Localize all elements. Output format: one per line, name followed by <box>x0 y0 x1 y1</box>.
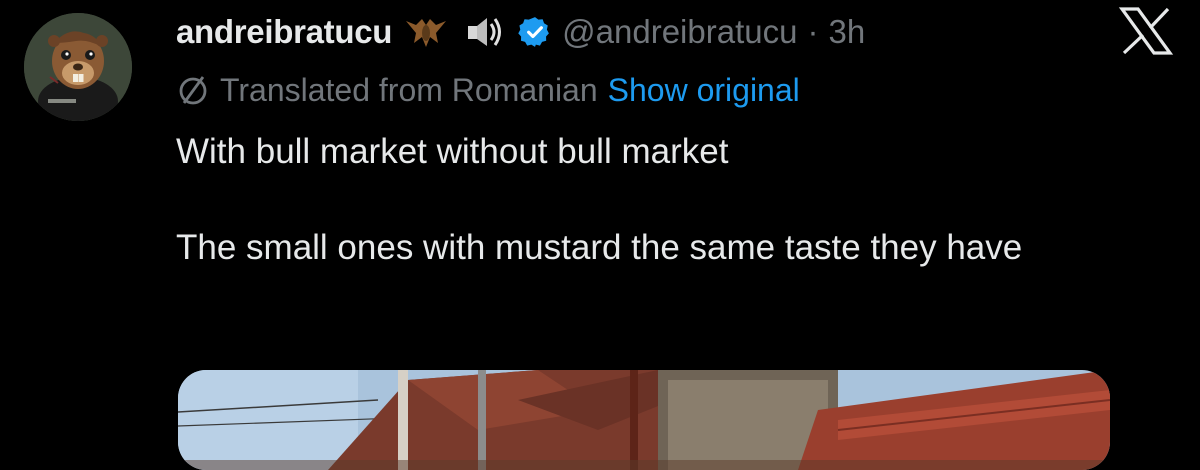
show-original-link[interactable]: Show original <box>608 72 800 109</box>
beaver-avatar-illustration <box>24 13 132 121</box>
globe-slash-icon <box>179 76 207 105</box>
separator-dot: · <box>807 13 819 50</box>
x-logo-icon[interactable] <box>1118 6 1174 56</box>
translated-label: Translated from Romanian <box>220 71 598 108</box>
author-handle[interactable]: @andreibratucu <box>562 13 797 51</box>
tweet-header: andreibratucu @andreibratucu · 3h <box>176 6 865 58</box>
tweet-media-image[interactable] <box>178 370 1110 470</box>
tweet-text-line-1: With bull market without bull market <box>176 132 729 171</box>
verified-badge-icon <box>518 17 550 47</box>
translation-row: Translated from Romanian Show original <box>176 68 800 112</box>
speaker-emoji <box>460 11 508 53</box>
tweet-text: With bull market without bull market The… <box>176 128 1166 272</box>
avatar[interactable] <box>24 13 132 121</box>
tweet-text-line-2: The small ones with mustard the same tas… <box>176 228 1023 267</box>
author-display-name[interactable]: andreibratucu <box>176 13 392 51</box>
tweet-timestamp[interactable]: 3h <box>828 13 865 51</box>
media-photo <box>178 370 1110 470</box>
bat-emoji <box>402 11 450 53</box>
